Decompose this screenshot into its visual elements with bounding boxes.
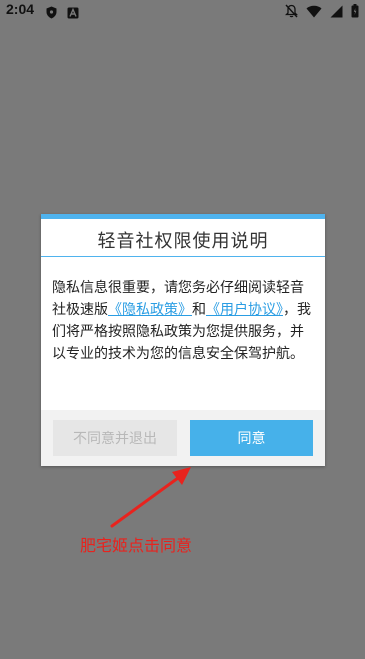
body-and-text: 和: [192, 302, 206, 318]
annotation-text: 肥宅姬点击同意: [80, 536, 193, 555]
dialog-title: 轻音社权限使用说明: [97, 231, 269, 252]
status-time: 2:04: [6, 1, 35, 17]
dialog-accent-bar: [41, 214, 325, 219]
user-agreement-link[interactable]: 《用户协议》: [206, 302, 283, 318]
disagree-exit-button[interactable]: 不同意并退出: [53, 420, 177, 456]
notifications-off-icon: [284, 3, 299, 22]
status-right-icons: [284, 3, 359, 22]
a-letter-icon: [67, 4, 79, 23]
dialog-footer: 不同意并退出 同意: [41, 410, 325, 466]
agree-button[interactable]: 同意: [190, 420, 313, 456]
privacy-policy-link[interactable]: 《隐私政策》: [108, 302, 192, 318]
status-left-icons: [46, 4, 79, 23]
battery-icon: [351, 3, 359, 22]
status-bar: 2:04: [0, 0, 365, 22]
dialog-body: 隐私信息很重要，请您务必仔细阅读轻音社极速版《隐私政策》和《用户协议》，我们将严…: [52, 277, 316, 365]
shield-icon: [46, 4, 57, 23]
permission-dialog: 轻音社权限使用说明 隐私信息很重要，请您务必仔细阅读轻音社极速版《隐私政策》和《…: [41, 214, 325, 466]
wifi-icon: [306, 3, 322, 22]
dialog-divider: [41, 256, 325, 257]
signal-icon: [330, 3, 343, 22]
